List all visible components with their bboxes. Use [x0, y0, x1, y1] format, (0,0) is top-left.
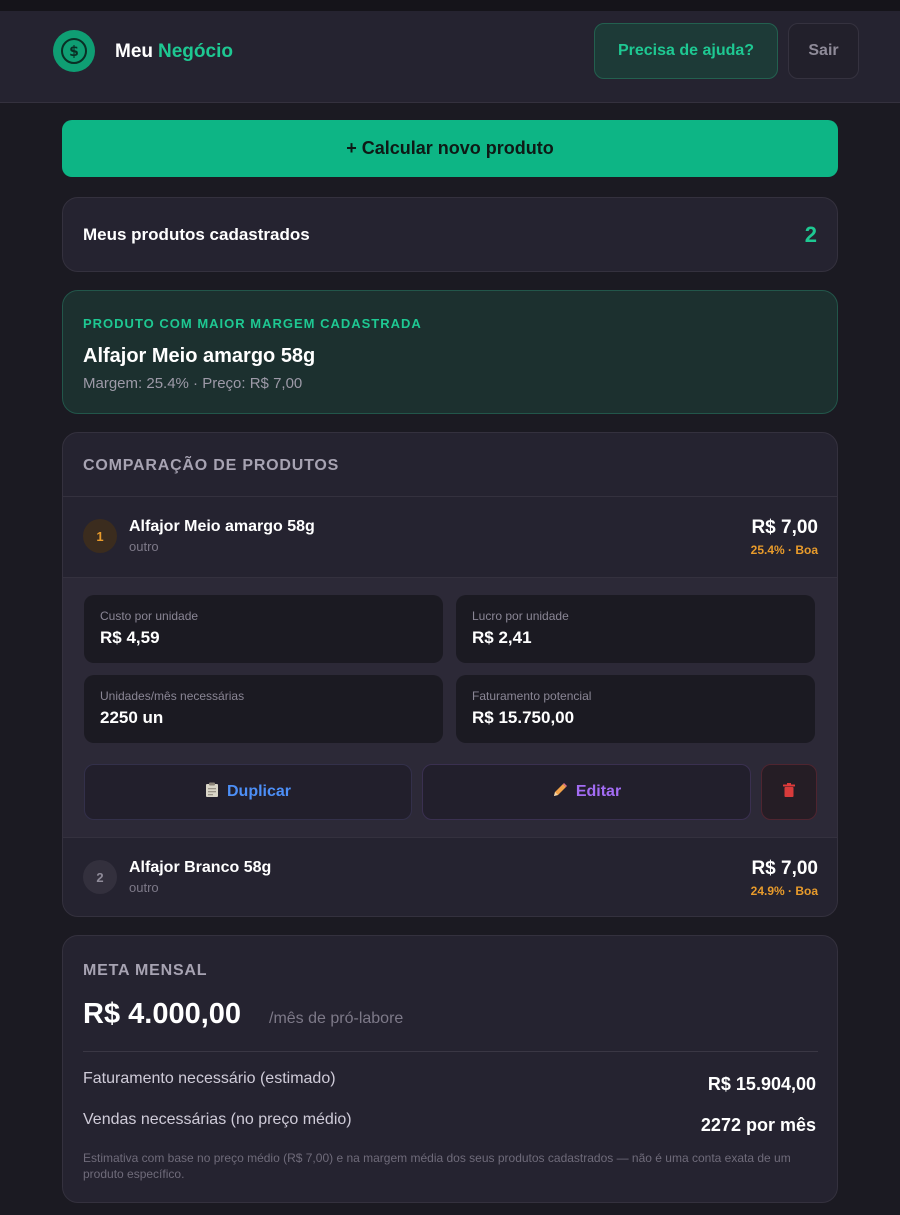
best-margin-card: PRODUTO COM MAIOR MARGEM CADASTRADA Alfa… [62, 290, 838, 414]
product-name: Alfajor Branco 58g [129, 859, 272, 876]
required-revenue-label: Faturamento necessário (estimado) [83, 1070, 336, 1087]
product-margin: 24.9% · Boa [750, 884, 818, 898]
product-details: Custo por unidade R$ 4,59 Lucro por unid… [63, 577, 837, 837]
estimate-note: Estimativa com base no preço médio (R$ 7… [83, 1151, 791, 1181]
best-margin-product-name: Alfajor Meio amargo 58g [83, 345, 316, 367]
comparison-title: COMPARAÇÃO DE PRODUTOS [83, 457, 340, 474]
stat-monthly-units: Unidades/mês necessárias 2250 un [84, 675, 443, 743]
edit-label: Editar [575, 783, 622, 800]
registered-products-count: 2 [804, 222, 817, 247]
svg-text:$: $ [69, 44, 79, 60]
registered-products-card[interactable]: Meus produtos cadastrados 2 [62, 197, 838, 272]
best-margin-kicker: PRODUTO COM MAIOR MARGEM CADASTRADA [83, 316, 422, 331]
stat-label: Lucro por unidade [472, 609, 569, 623]
duplicate-label: Duplicar [226, 783, 291, 800]
monthly-goal-card: META MENSAL R$ 4.000,00 /mês de pró-labo… [62, 935, 838, 1203]
stat-label: Unidades/mês necessárias [100, 689, 245, 703]
registered-products-label: Meus produtos cadastrados [83, 225, 310, 244]
required-revenue-value: R$ 15.904,00 [707, 1074, 816, 1094]
app-header: $ Meu Negócio Precisa de ajuda? Sair [0, 11, 900, 103]
clipboard-icon [205, 782, 219, 802]
goal-unit: /mês de pró-labore [269, 1010, 404, 1027]
stat-unit-profit: Lucro por unidade R$ 2,41 [456, 595, 815, 663]
new-product-button[interactable]: + Calcular novo produto [62, 120, 838, 177]
stat-label: Custo por unidade [100, 609, 199, 623]
logout-button[interactable]: Sair [788, 23, 859, 79]
product-row[interactable]: 2 Alfajor Branco 58g outro R$ 7,00 24.9%… [63, 837, 837, 916]
required-sales-value: 2272 por mês [700, 1115, 816, 1135]
stat-label: Faturamento potencial [472, 689, 592, 703]
stat-potential-revenue: Faturamento potencial R$ 15.750,00 [456, 675, 815, 743]
trash-icon [783, 782, 795, 802]
edit-button[interactable]: Editar [422, 764, 751, 820]
product-price: R$ 7,00 [751, 858, 818, 879]
duplicate-button[interactable]: Duplicar [84, 764, 412, 820]
goal-title: META MENSAL [83, 962, 208, 979]
delete-button[interactable] [761, 764, 817, 820]
brand-primary: Meu [115, 41, 153, 62]
required-sales-label: Vendas necessárias (no preço médio) [83, 1111, 352, 1128]
dollar-coin-icon: $ [53, 30, 95, 72]
stat-unit-cost: Custo por unidade R$ 4,59 [84, 595, 443, 663]
product-category: outro [129, 539, 159, 554]
product-comparison-card: COMPARAÇÃO DE PRODUTOS 1 Alfajor Meio am… [62, 432, 838, 917]
rank-badge: 2 [83, 860, 117, 894]
product-category: outro [129, 880, 159, 895]
brand-accent: Negócio [158, 41, 233, 62]
product-margin: 25.4% · Boa [750, 543, 818, 557]
top-strip [0, 0, 900, 11]
brand-name: Meu Negócio [115, 41, 233, 63]
product-name: Alfajor Meio amargo 58g [129, 518, 315, 535]
pencil-icon [552, 782, 568, 802]
product-price: R$ 7,00 [751, 517, 818, 538]
stat-value: R$ 4,59 [100, 628, 160, 647]
divider [83, 1051, 818, 1052]
rank-badge: 1 [83, 519, 117, 553]
stat-value: R$ 15.750,00 [472, 708, 575, 727]
product-row[interactable]: 1 Alfajor Meio amargo 58g outro R$ 7,00 … [63, 496, 837, 576]
goal-amount: R$ 4.000,00 [83, 998, 242, 1030]
help-button[interactable]: Precisa de ajuda? [594, 23, 778, 79]
stat-value: R$ 2,41 [472, 628, 532, 647]
best-margin-meta: Margem: 25.4% · Preço: R$ 7,00 [83, 375, 303, 392]
stat-value: 2250 un [100, 708, 164, 727]
